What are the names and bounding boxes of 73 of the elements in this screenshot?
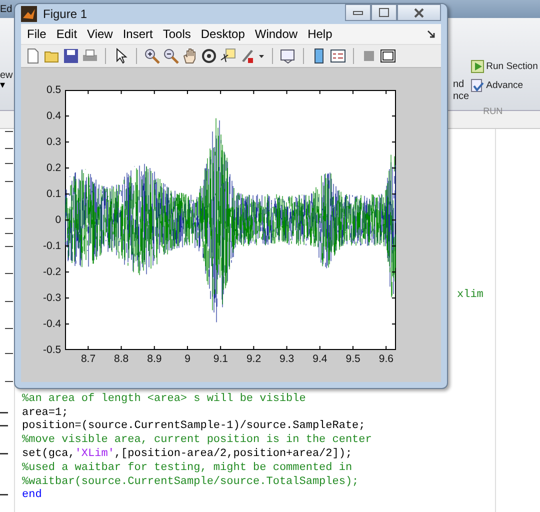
code-comment: xlim (457, 289, 484, 301)
menu-item[interactable]: Insert (122, 27, 153, 41)
y-tick-label: 0.3 (46, 136, 62, 148)
document-check-icon (471, 79, 484, 92)
x-tick-label: 8.9 (147, 353, 162, 365)
rotate-icon[interactable] (201, 48, 217, 64)
save-icon[interactable] (63, 48, 79, 64)
maximize-button[interactable] (371, 4, 397, 21)
x-tick-label: 9 (184, 353, 190, 365)
menu-item[interactable]: Tools (162, 27, 191, 41)
close-icon (413, 8, 425, 18)
dock-arrow-icon[interactable] (427, 30, 435, 38)
code-line: %waitbar(source.CurrentSample/source.TotalSamples); (22, 476, 359, 488)
matlab-logo-icon (21, 6, 37, 22)
y-tick-label: 0.5 (46, 84, 62, 96)
link-icon[interactable] (280, 48, 296, 64)
breakpoint-dash-icon[interactable] (0, 453, 8, 456)
y-tick-label: 0.1 (46, 188, 62, 200)
code-line: area=1; (22, 406, 68, 419)
x-tick-label: 9.2 (246, 353, 262, 365)
code-line: position=(source.CurrentSample-1)/source.SampleRate; (22, 420, 366, 432)
maximize-icon (379, 8, 389, 17)
menu-item[interactable]: Edit (56, 27, 78, 41)
code-line: %move visible area, current position is in the center (22, 434, 372, 446)
brush-icon[interactable] (239, 48, 255, 64)
minimize-button[interactable] (345, 4, 371, 21)
close-button[interactable] (397, 4, 441, 21)
zoom-in-icon[interactable] (144, 48, 160, 64)
code-line: set(gca,'XLim',[position-area/2,position+area/2]); (22, 448, 352, 460)
x-tick-label: 9.5 (346, 353, 360, 365)
window-title: Figure 1 (43, 7, 88, 21)
breakpoint-dash-icon[interactable] (0, 412, 8, 414)
editor-tab[interactable]: Ed (0, 4, 12, 18)
y-tick-label: 0.4 (46, 110, 62, 122)
y-tick-label: -0.1 (43, 240, 62, 252)
code-line: %used a waitbar for testing, might be commented in (22, 462, 352, 474)
data-cursor-icon[interactable] (220, 48, 236, 64)
caret-icon[interactable] (258, 54, 265, 58)
y-tick-label: -0.3 (43, 292, 62, 304)
breakpoint-dash-icon[interactable] (0, 494, 8, 496)
new-icon[interactable] (25, 48, 41, 64)
breakpoint-dash-icon[interactable] (0, 425, 8, 428)
ribbon-label: nd (453, 79, 466, 91)
show-icon[interactable] (380, 48, 396, 64)
y-tick-label: 0.2 (46, 162, 62, 174)
zoom-out-icon[interactable] (163, 48, 179, 64)
x-tick-label: 9.3 (280, 353, 294, 365)
y-tick-label: -0.2 (43, 266, 62, 278)
menu-item[interactable]: Help (308, 27, 332, 41)
code-line: end (22, 489, 42, 502)
ribbon-label: nce (453, 91, 470, 103)
x-tick-label: 9.4 (312, 353, 328, 365)
y-tick-label: -0.4 (43, 318, 62, 330)
x-tick-label: 8.8 (114, 353, 129, 365)
play-icon (471, 60, 484, 73)
x-tick-label: 8.7 (80, 353, 96, 365)
code-line: %an area of length <area> s will be visible (22, 392, 306, 405)
ribbon-label: ew (0, 70, 13, 81)
caret-icon[interactable]: ▾ (0, 81, 13, 91)
menu-item[interactable]: File (27, 27, 46, 41)
y-tick-label: -0.5 (43, 344, 62, 356)
menu-item[interactable]: Desktop (200, 27, 245, 41)
pan-icon[interactable] (182, 48, 198, 64)
advance-button[interactable]: Advance (471, 79, 524, 92)
x-tick-label: 9.1 (213, 353, 228, 365)
menu-item[interactable]: View (87, 27, 113, 41)
menu-item[interactable]: Window (254, 27, 298, 41)
run-section-button[interactable]: Run Section (471, 60, 538, 73)
legend-icon[interactable] (330, 48, 346, 64)
print-icon[interactable] (82, 48, 98, 64)
minimize-icon (353, 10, 363, 16)
y-tick-label: 0 (55, 214, 62, 226)
x-tick-label: 9.6 (378, 353, 394, 365)
